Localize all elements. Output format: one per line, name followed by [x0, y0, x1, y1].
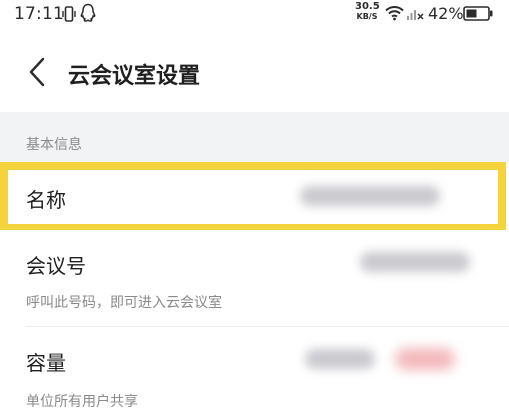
vibrate-icon [62, 6, 76, 22]
status-bar: 17:11 30.5 KB/S 42% [0, 0, 509, 34]
page-title: 云会议室设置 [68, 64, 201, 89]
setting-row-name[interactable]: 名称 [0, 162, 509, 230]
network-speed-unit: KB/S [356, 12, 378, 21]
setting-label-name: 名称 [26, 188, 66, 212]
section-title: 基本信息 [26, 137, 82, 153]
qq-icon [80, 3, 96, 22]
network-speed: 30.5 KB/S [355, 1, 380, 21]
signal-icon [407, 10, 424, 20]
capacity-value-redacted [305, 349, 375, 369]
section-header: 基本信息 [0, 112, 509, 162]
battery-percent: 42% [428, 4, 464, 23]
setting-subtitle-capacity: 单位所有用户共享 [26, 394, 138, 410]
name-value-redacted [300, 186, 440, 206]
setting-label-capacity: 容量 [26, 351, 66, 375]
setting-row-capacity[interactable]: 容量 单位所有用户共享 [0, 327, 509, 414]
status-time: 17:11 [14, 4, 64, 24]
setting-subtitle-meeting-number: 呼叫此号码，即可进入云会议室 [26, 295, 222, 311]
battery-icon [463, 6, 493, 21]
app-header: 云会议室设置 [0, 34, 509, 112]
wifi-icon [385, 6, 404, 21]
setting-label-meeting-number: 会议号 [26, 254, 86, 278]
setting-row-meeting-number[interactable]: 会议号 呼叫此号码，即可进入云会议室 [0, 230, 509, 326]
capacity-badge-redacted [395, 348, 455, 370]
network-speed-value: 30.5 [355, 1, 380, 12]
chevron-left-icon[interactable] [28, 57, 46, 87]
meeting-number-value-redacted [360, 252, 470, 272]
